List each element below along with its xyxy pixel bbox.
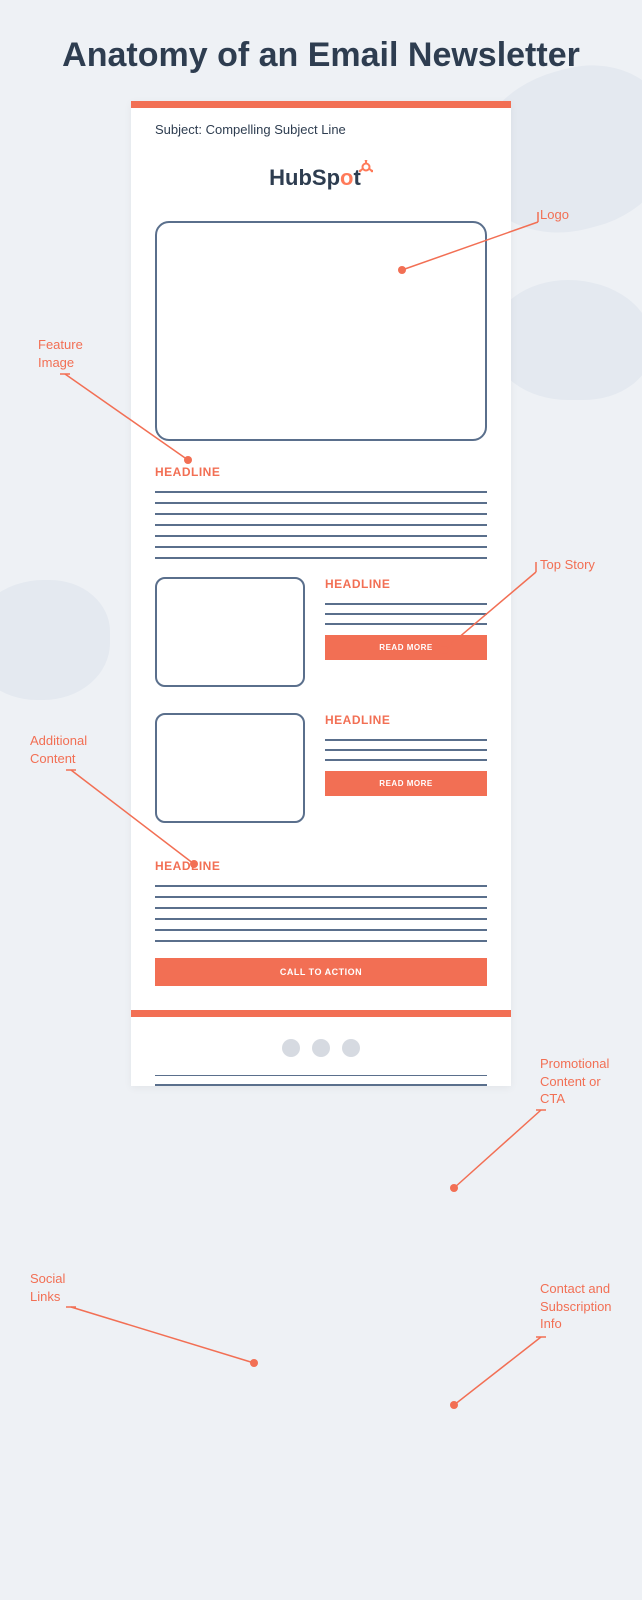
logo-o: o xyxy=(340,165,353,190)
thumb-1 xyxy=(155,577,305,687)
page-title: Anatomy of an Email Newsletter xyxy=(0,0,642,101)
pointer-social-links xyxy=(64,1305,264,1375)
pointer-logo xyxy=(398,210,548,280)
pointer-top-story xyxy=(440,560,550,660)
annotation-social-links: Social Links xyxy=(30,1270,65,1305)
annotation-additional-content: Additional Content xyxy=(30,732,87,767)
contact-info-lines xyxy=(155,1075,487,1086)
subject-line: Subject: Compelling Subject Line xyxy=(131,108,511,155)
top-story-headline: HEADLINE xyxy=(155,465,487,479)
pointer-promo xyxy=(450,1108,560,1198)
sprocket-icon xyxy=(359,154,373,180)
promo-headline: HEADLINE xyxy=(155,859,487,873)
headline-3: HEADLINE xyxy=(325,713,487,727)
cta-button[interactable]: CALL TO ACTION xyxy=(155,958,487,986)
additional-content-row-2: HEADLINE READ MORE xyxy=(155,713,487,823)
footer-bar xyxy=(131,1010,511,1017)
read-more-button-2[interactable]: READ MORE xyxy=(325,771,487,796)
logo-part1: HubSp xyxy=(269,165,340,190)
annotation-feature-image: Feature Image xyxy=(38,336,83,371)
additional-content-row-1: HEADLINE READ MORE xyxy=(155,577,487,687)
social-icon-3[interactable] xyxy=(342,1039,360,1057)
annotation-promo: Promotional Content or CTA xyxy=(540,1055,609,1108)
top-story-body xyxy=(155,491,487,559)
promo-body xyxy=(155,885,487,942)
pointer-contact xyxy=(450,1335,560,1415)
top-bar xyxy=(131,101,511,108)
pointer-feature-image xyxy=(58,372,198,472)
social-icon-1[interactable] xyxy=(282,1039,300,1057)
social-links-row xyxy=(131,1039,511,1057)
social-icon-2[interactable] xyxy=(312,1039,330,1057)
pointer-additional-content xyxy=(64,768,204,878)
annotation-contact: Contact and Subscription Info xyxy=(540,1280,612,1333)
